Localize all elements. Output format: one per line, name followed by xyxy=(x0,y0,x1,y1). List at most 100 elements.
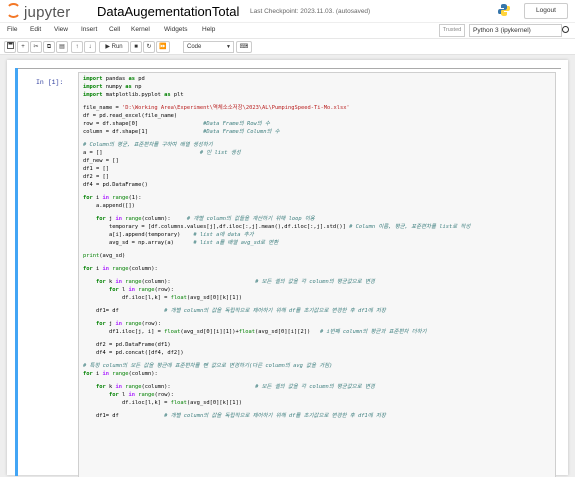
code-token: df1= df xyxy=(83,413,165,419)
logout-button[interactable]: Logout xyxy=(524,3,568,19)
code-cell[interactable]: In [1]: import pandas as pd import numpy … xyxy=(15,68,561,477)
code-token: (row): xyxy=(141,321,161,327)
notebook-header: jupyter DataAugementationTotal Last Chec… xyxy=(0,0,575,22)
code-token: (avg_sd[0][i][2]) xyxy=(255,329,320,335)
code-line: row = df.shape[0] #Data Frame의 Row의 수 xyxy=(83,120,470,128)
code-token: df_new = [] xyxy=(83,158,119,164)
code-line: for i in range(column): xyxy=(83,370,470,378)
insert-cell-button[interactable]: + xyxy=(17,41,29,53)
code-token: np xyxy=(131,84,142,90)
code-line: df_new = [] xyxy=(83,157,470,165)
move-up-button[interactable]: ↑ xyxy=(71,41,83,53)
code-line: a.append([]) xyxy=(83,202,470,210)
code-token: 'D:\Working Area\Experiment\역체소소저장\2023\… xyxy=(121,105,350,111)
code-line: df4 = pd.concat([df4, df2]) xyxy=(83,349,470,357)
command-palette-button[interactable]: ⌨ xyxy=(236,41,252,53)
cut-button[interactable]: ✂ xyxy=(30,41,42,53)
code-token: (1): xyxy=(128,195,142,201)
code-token: # Column의 평균, 표준편차를 구하여 배열 생성하기 xyxy=(83,142,213,148)
code-line: for l in range(row): xyxy=(83,286,470,294)
code-line: a[i].append(temporary) # list a에 data 추가 xyxy=(83,231,470,239)
code-token: range xyxy=(125,321,142,327)
paste-button[interactable]: ▤ xyxy=(56,41,68,53)
restart-button[interactable]: ↻ xyxy=(143,41,155,53)
code-token: import xyxy=(83,76,103,82)
code-line: # Column의 평균, 표준편차를 구하여 배열 생성하기 xyxy=(83,141,470,149)
move-down-button[interactable]: ↓ xyxy=(84,41,96,53)
code-token: l xyxy=(118,392,129,398)
cell-selection-bar xyxy=(15,68,18,476)
code-token: for xyxy=(95,216,106,222)
code-token: for xyxy=(108,392,119,398)
code-token: # list a를 배열 avg_sd로 변환 xyxy=(193,240,279,246)
code-token: i xyxy=(92,195,103,201)
code-line: df2 = [] xyxy=(83,173,470,181)
code-token: matplotlib.pyplot xyxy=(102,92,165,98)
code-token: float xyxy=(164,329,181,335)
code-line: file_name = 'D:\Working Area\Experiment\… xyxy=(83,104,470,112)
chevron-down-icon: ▼ xyxy=(226,44,231,50)
code-token: (column): xyxy=(141,216,187,222)
menu-help[interactable]: Help xyxy=(202,26,215,33)
code-token: df1.iloc[j, i] = xyxy=(83,329,165,335)
trusted-badge[interactable]: Trusted xyxy=(439,24,465,37)
run-label: Run xyxy=(111,44,123,50)
menu-insert[interactable]: Insert xyxy=(81,26,97,33)
code-token: import xyxy=(83,84,103,90)
logo-text: jupyter xyxy=(24,4,71,21)
menu-widgets[interactable]: Widgets xyxy=(164,26,187,33)
kernel-name[interactable]: Python 3 (ipykernel) xyxy=(469,24,562,37)
code-token: # 빈 list 생성 xyxy=(199,150,241,156)
code-line: for j in range(row): xyxy=(83,320,470,328)
code-token: numpy xyxy=(102,84,126,90)
arrow-down-icon: ↓ xyxy=(88,44,92,50)
checkpoint-status: Last Checkpoint: 2023.11.03. (autosaved) xyxy=(250,8,370,15)
code-line: df1.iloc[j, i] = float(avg_sd[0][i][1])+… xyxy=(83,328,470,336)
stop-icon: ■ xyxy=(134,44,138,50)
code-token: # Column 이름, 평균, 표준편차를 list로 작성 xyxy=(349,224,471,230)
code-token: range xyxy=(138,392,155,398)
play-icon: ▶ xyxy=(105,44,110,50)
menu-kernel[interactable]: Kernel xyxy=(131,26,150,33)
menu-cell[interactable]: Cell xyxy=(109,26,120,33)
code-token: file_name = xyxy=(83,105,122,111)
code-text[interactable]: import pandas as pd import numpy as np imp… xyxy=(83,75,470,420)
code-token: df = pd.read_excel(file_name) xyxy=(83,113,178,119)
code-token: a = [] xyxy=(83,150,200,156)
run-button[interactable]: ▶ Run xyxy=(99,41,129,53)
save-icon xyxy=(6,42,14,49)
code-token: # 개별 column의 값들을 계산하기 위해 loop 이용 xyxy=(186,216,315,222)
cell-type-select[interactable]: Code ▼ xyxy=(183,41,234,53)
code-token: (row): xyxy=(154,287,174,293)
copy-button[interactable]: ⧉ xyxy=(43,41,55,53)
keyboard-icon: ⌨ xyxy=(239,44,249,50)
menu-edit[interactable]: Edit xyxy=(30,26,41,33)
code-line: for i in range(column): xyxy=(83,265,470,273)
code-token: print xyxy=(83,253,100,259)
notebook-name[interactable]: DataAugementationTotal xyxy=(97,4,239,19)
autosave-text: (autosaved) xyxy=(335,8,371,15)
code-line: df.iloc[l,k] = float(avg_sd[0][k][1]) xyxy=(83,399,470,407)
code-token: temporary = [df.columns.values[j],df.ilo… xyxy=(83,224,350,230)
code-token: # list a에 data 추가 xyxy=(193,232,254,238)
code-line: print(avg_sd) xyxy=(83,252,470,260)
code-editor[interactable]: import pandas as pd import numpy as np imp… xyxy=(78,72,556,477)
code-token: i xyxy=(92,266,103,272)
code-token: for xyxy=(83,195,93,201)
code-line: # 특정 column의 모든 값을 평균에 표준편차를 뺀 값으로 변경하기(… xyxy=(83,362,470,370)
restart-icon: ↻ xyxy=(146,44,152,50)
code-line: for l in range(row): xyxy=(83,391,470,399)
jupyter-logo[interactable]: jupyter xyxy=(6,3,70,21)
code-line: df1= df # 개별 column의 값을 독립적으로 제어하기 위해 df… xyxy=(83,307,470,315)
interrupt-button[interactable]: ■ xyxy=(130,41,142,53)
code-line: df1 = [] xyxy=(83,165,470,173)
save-button[interactable] xyxy=(4,41,16,53)
restart-run-all-button[interactable]: ⏩ xyxy=(156,41,170,53)
code-line: for k in range(column): # 모든 셀의 값을 각 col… xyxy=(83,383,470,391)
code-line: for k in range(column): # 모든 셀의 값을 각 col… xyxy=(83,278,470,286)
menu-file[interactable]: File xyxy=(7,26,17,33)
menu-view[interactable]: View xyxy=(54,26,68,33)
code-token: float xyxy=(170,400,187,406)
code-line: df.iloc[l,k] = float(avg_sd[0][k][1]) xyxy=(83,294,470,302)
